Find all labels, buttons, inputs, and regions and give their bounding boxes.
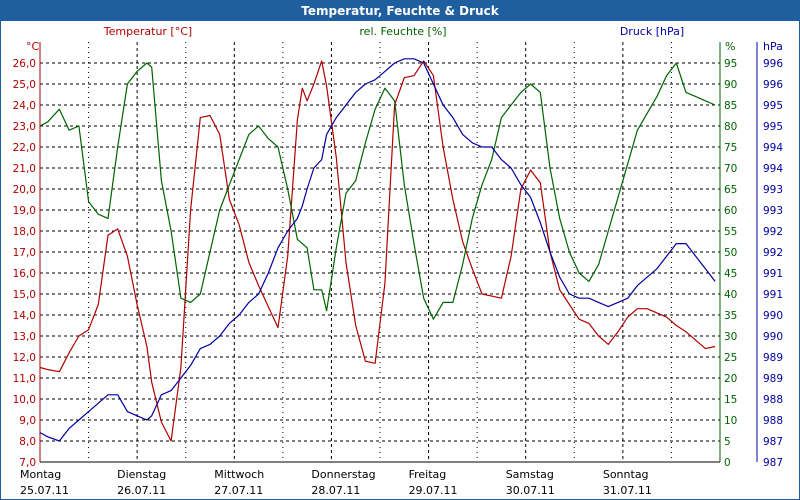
x-day-label: Montag [20, 468, 61, 481]
temperature-tick-label: 14,0 [13, 310, 36, 322]
pressure-axis-label: Druck [hPa] [620, 25, 684, 38]
temperature-tick-label: 11,0 [13, 373, 36, 385]
series-lines [39, 58, 716, 442]
pressure-tick-label: 989 [763, 373, 783, 385]
humidity-tick-label: 70 [724, 163, 737, 175]
pressure-tick-label: 994 [763, 163, 783, 175]
pressure-tick-label: 987 [763, 436, 783, 448]
pressure-tick-label: 990 [763, 310, 783, 322]
temperature-tick-label: 19,0 [13, 205, 36, 217]
humidity-tick-label: 20 [724, 373, 737, 385]
x-day-label: Samstag [506, 468, 554, 481]
x-day-label: Dienstag [117, 468, 166, 481]
pressure-tick-label: 992 [763, 226, 783, 238]
x-date-label: 27.07.11 [214, 484, 263, 497]
temperature-tick-label: 13,0 [13, 331, 36, 343]
humidity-tick-label: 0 [724, 457, 731, 469]
series-line-humidity [39, 62, 716, 320]
temperature-unit: °C [26, 40, 40, 53]
humidity-tick-label: 75 [724, 142, 737, 154]
humidity-tick-label: 35 [724, 310, 737, 322]
humidity-tick-label: 55 [724, 226, 737, 238]
pressure-tick-label: 992 [763, 247, 783, 259]
temperature-tick-label: 22,0 [13, 142, 36, 154]
temperature-tick-label: 23,0 [13, 121, 36, 133]
temperature-tick-label: 8,0 [19, 436, 36, 448]
pressure-tick-label: 988 [763, 415, 783, 427]
series-line-pressure [39, 58, 716, 442]
x-date-label: 29.07.11 [409, 484, 458, 497]
pressure-tick-label: 996 [763, 79, 783, 91]
humidity-tick-label: 30 [724, 331, 737, 343]
pressure-tick-label: 987 [763, 457, 783, 469]
humidity-tick-label: 65 [724, 184, 737, 196]
humidity-tick-label: 45 [724, 268, 737, 280]
x-date-label: 26.07.11 [117, 484, 166, 497]
temperature-tick-label: 12,0 [13, 352, 36, 364]
pressure-tick-label: 993 [763, 205, 783, 217]
humidity-axis-label: rel. Feuchte [%] [359, 25, 446, 38]
pressure-tick-label: 991 [763, 289, 783, 301]
temperature-tick-label: 16,0 [13, 268, 36, 280]
temperature-tick-label: 9,0 [19, 415, 36, 427]
x-day-label: Mittwoch [214, 468, 264, 481]
humidity-tick-label: 85 [724, 100, 737, 112]
x-day-label: Freitag [409, 468, 447, 481]
humidity-tick-label: 50 [724, 247, 737, 259]
temperature-tick-label: 10,0 [13, 394, 36, 406]
x-axis-labels: Montag 25.07.11 Dienstag 26.07.11 Mittwoch 27… [20, 468, 652, 497]
humidity-ticks: 0 5 10 15 20 25 30 35 40 45 50 55 60 65 70 75 80 85 90 95 [724, 58, 737, 469]
humidity-tick-label: 80 [724, 121, 737, 133]
temperature-tick-label: 20,0 [13, 184, 36, 196]
temperature-ticks: 7,08,09,010,011,012,013,014,015,016,017,… [13, 58, 36, 469]
pressure-tick-label: 989 [763, 352, 783, 364]
x-day-label: Donnerstag [311, 468, 375, 481]
humidity-tick-label: 60 [724, 205, 737, 217]
temperature-tick-label: 15,0 [13, 289, 36, 301]
pressure-tick-label: 993 [763, 184, 783, 196]
grid [40, 42, 720, 462]
pressure-tick-label: 995 [763, 121, 783, 133]
pressure-tick-label: 994 [763, 142, 783, 154]
pressure-unit: hPa [763, 40, 783, 53]
humidity-tick-label: 5 [724, 436, 731, 448]
x-date-label: 30.07.11 [506, 484, 555, 497]
series-line-temperature [39, 60, 716, 442]
pressure-ticks: 987 987 988 988 989 989 990 990 991 991 992 992 993 9… [763, 58, 783, 469]
humidity-unit: % [725, 40, 735, 53]
x-date-label: 31.07.11 [603, 484, 652, 497]
pressure-tick-label: 995 [763, 100, 783, 112]
humidity-tick-label: 40 [724, 289, 737, 301]
x-day-label: Sonntag [603, 468, 649, 481]
temperature-tick-label: 24,0 [13, 100, 36, 112]
pressure-tick-label: 996 [763, 58, 783, 70]
chart-canvas: Temperatur [°C] rel. Feuchte [%] Druck [… [13, 25, 784, 497]
temperature-tick-label: 21,0 [13, 163, 36, 175]
x-date-label: 25.07.11 [20, 484, 69, 497]
pressure-tick-label: 991 [763, 268, 783, 280]
pressure-tick-label: 988 [763, 394, 783, 406]
temperature-tick-label: 18,0 [13, 226, 36, 238]
humidity-tick-label: 15 [724, 394, 737, 406]
humidity-tick-label: 25 [724, 352, 737, 364]
plot-border [39, 42, 758, 463]
temperature-tick-label: 17,0 [13, 247, 36, 259]
temperature-tick-label: 26,0 [13, 58, 36, 70]
humidity-tick-label: 10 [724, 415, 737, 427]
x-date-label: 28.07.11 [311, 484, 360, 497]
temperature-axis-label: Temperatur [°C] [103, 25, 192, 38]
humidity-tick-label: 95 [724, 58, 737, 70]
temperature-tick-label: 25,0 [13, 79, 36, 91]
pressure-tick-label: 990 [763, 331, 783, 343]
humidity-tick-label: 90 [724, 79, 737, 91]
